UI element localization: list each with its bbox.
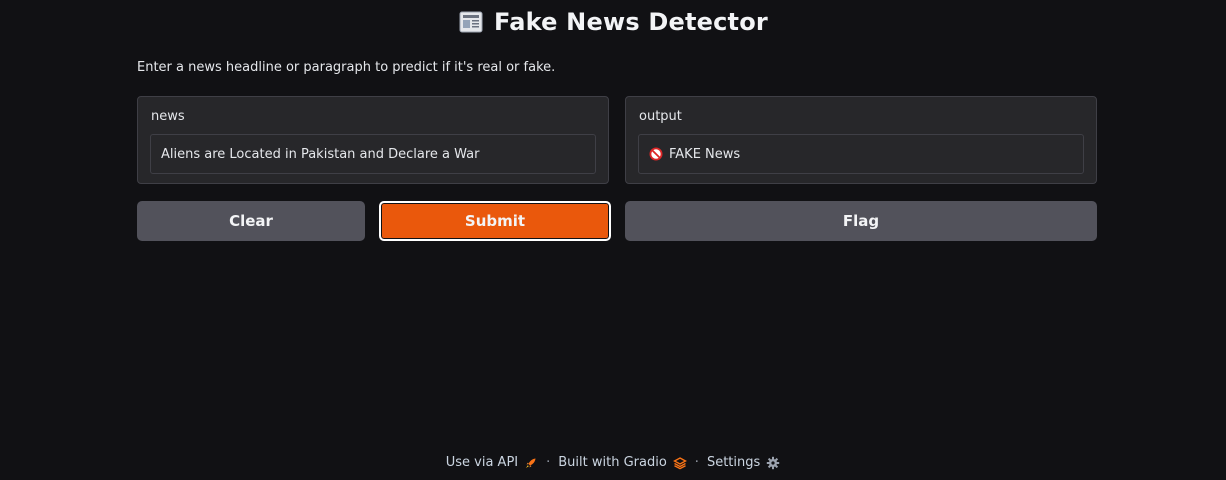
news-input-label: news [151, 109, 185, 124]
footer-separator: · [694, 455, 699, 470]
output-panel: output FAKE News [625, 96, 1097, 184]
use-via-api-label: Use via API [445, 455, 519, 470]
footer: Use via API · Built with Gradio · Settin… [0, 455, 1226, 470]
news-input-box[interactable] [150, 134, 596, 174]
newspaper-icon [458, 9, 484, 35]
settings-link[interactable]: Settings [707, 455, 780, 470]
gear-icon [766, 456, 780, 470]
submit-button[interactable]: Submit [379, 201, 611, 241]
news-input-panel: news [137, 96, 609, 184]
flag-button[interactable]: Flag [625, 201, 1097, 241]
clear-button[interactable]: Clear [137, 201, 365, 241]
app-description: Enter a news headline or paragraph to pr… [137, 60, 556, 75]
news-input[interactable] [161, 146, 595, 162]
page-title: Fake News Detector [494, 8, 768, 36]
built-with-gradio-label: Built with Gradio [558, 455, 667, 470]
rocket-icon [524, 456, 538, 470]
prohibited-icon [649, 147, 663, 161]
footer-separator: · [546, 455, 551, 470]
output-label: output [639, 109, 682, 124]
use-via-api-link[interactable]: Use via API [446, 455, 538, 470]
settings-label: Settings [706, 455, 761, 470]
output-box: FAKE News [638, 134, 1084, 174]
app-page: Fake News Detector Enter a news headline… [0, 0, 1226, 480]
built-with-gradio-link[interactable]: Built with Gradio [558, 455, 687, 470]
title-row: Fake News Detector [0, 8, 1226, 36]
output-value: FAKE News [669, 146, 741, 162]
gradio-logo-icon [672, 456, 687, 470]
